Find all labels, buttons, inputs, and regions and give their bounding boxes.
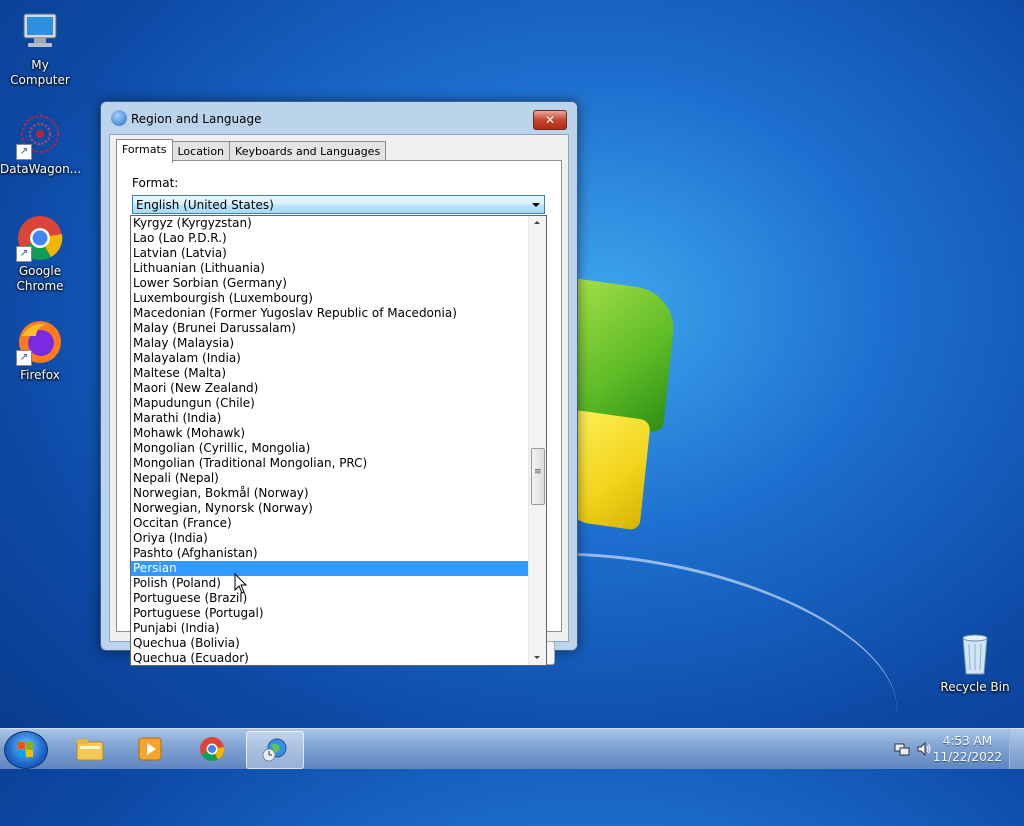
- dialog-title: Region and Language: [131, 112, 262, 126]
- tab-formats[interactable]: Formats: [116, 139, 173, 163]
- dropdown-item[interactable]: Oriya (India): [131, 531, 529, 546]
- dropdown-item[interactable]: Malayalam (India): [131, 351, 529, 366]
- chevron-down-icon[interactable]: [532, 203, 540, 207]
- tab-strip: Formats Location Keyboards and Languages: [116, 139, 387, 163]
- tab-location[interactable]: Location: [171, 141, 231, 162]
- mouse-cursor-icon: [234, 573, 248, 594]
- dropdown-item[interactable]: Mapudungun (Chile): [131, 396, 529, 411]
- volume-icon[interactable]: [916, 741, 932, 757]
- dropdown-item[interactable]: Malay (Brunei Darussalam): [131, 321, 529, 336]
- globe-icon: [111, 110, 127, 126]
- taskbar: 4:53 AM 11/22/2022: [0, 728, 1024, 769]
- shortcut-arrow-icon: ↗: [16, 350, 32, 366]
- desktop-icon-label: DataWagon...: [0, 162, 82, 176]
- dropdown-item[interactable]: Maltese (Malta): [131, 366, 529, 381]
- dropdown-item[interactable]: Mongolian (Cyrillic, Mongolia): [131, 441, 529, 456]
- dropdown-item[interactable]: Luxembourgish (Luxembourg): [131, 291, 529, 306]
- format-dropdown-list[interactable]: Kyrgyz (Kyrgyzstan) Lao (Lao P.D.R.) Latvi…: [130, 215, 547, 666]
- dropdown-item[interactable]: Mohawk (Mohawk): [131, 426, 529, 441]
- media-player-icon: [138, 737, 162, 761]
- system-tray: 4:53 AM 11/22/2022: [884, 729, 1024, 769]
- format-label: Format:: [132, 176, 179, 190]
- tab-keyboards-and-languages[interactable]: Keyboards and Languages: [229, 141, 387, 162]
- desktop-icon-label: My Computer: [10, 58, 70, 87]
- dropdown-item[interactable]: Portuguese (Brazil): [131, 591, 529, 606]
- shortcut-arrow-icon: ↗: [16, 144, 32, 160]
- format-value: English (United States): [136, 198, 274, 212]
- dropdown-item[interactable]: Portuguese (Portugal): [131, 606, 529, 621]
- datawagon-icon: ↗: [16, 112, 64, 160]
- dropdown-item[interactable]: Latvian (Latvia): [131, 246, 529, 261]
- desktop-icon-label: Firefox: [20, 368, 60, 382]
- dialog-titlebar[interactable]: Region and Language ✕: [101, 102, 577, 134]
- scroll-down-arrow-icon[interactable]: [529, 650, 546, 665]
- dropdown-item[interactable]: Pashto (Afghanistan): [131, 546, 529, 561]
- clock-date: 11/22/2022: [932, 750, 1002, 764]
- taskbar-region-language[interactable]: [246, 731, 304, 769]
- chrome-icon: [200, 737, 225, 762]
- taskbar-windows-explorer[interactable]: [62, 731, 118, 767]
- region-language-icon: [262, 738, 287, 762]
- desktop-icon-my-computer[interactable]: My Computer: [0, 8, 80, 88]
- dropdown-item[interactable]: Maori (New Zealand): [131, 381, 529, 396]
- dropdown-item[interactable]: Marathi (India): [131, 411, 529, 426]
- desktop-icon-firefox[interactable]: ↗ Firefox: [0, 318, 80, 383]
- dropdown-item[interactable]: Kyrgyz (Kyrgyzstan): [131, 216, 529, 231]
- scrollbar-thumb[interactable]: [531, 448, 545, 505]
- desktop-icon-recycle-bin[interactable]: Recycle Bin: [935, 630, 1015, 695]
- dropdown-item[interactable]: Malay (Malaysia): [131, 336, 529, 351]
- desktop-icon-google-chrome[interactable]: ↗ Google Chrome: [0, 214, 80, 294]
- dropdown-item[interactable]: Polish (Poland): [131, 576, 529, 591]
- dropdown-item[interactable]: Punjabi (India): [131, 621, 529, 636]
- taskbar-chrome[interactable]: [184, 731, 240, 767]
- computer-icon: [16, 8, 64, 56]
- windows-explorer-icon: [76, 739, 104, 761]
- windows-flag-icon: [18, 742, 33, 757]
- dropdown-item[interactable]: Quechua (Ecuador): [131, 651, 529, 665]
- scroll-up-arrow-icon[interactable]: [529, 216, 546, 231]
- firefox-icon: ↗: [16, 318, 64, 366]
- dropdown-item[interactable]: Lithuanian (Lithuania): [131, 261, 529, 276]
- chrome-icon: ↗: [16, 214, 64, 262]
- desktop-icon-label: Google Chrome: [16, 264, 64, 293]
- dropdown-item[interactable]: Occitan (France): [131, 516, 529, 531]
- desktop-icon-label: Recycle Bin: [940, 680, 1010, 694]
- dropdown-item[interactable]: Mongolian (Traditional Mongolian, PRC): [131, 456, 529, 471]
- start-button[interactable]: [4, 731, 48, 769]
- shortcut-arrow-icon: ↗: [16, 246, 32, 262]
- show-desktop-button[interactable]: [1009, 729, 1024, 769]
- dropdown-item[interactable]: Norwegian, Bokmål (Norway): [131, 486, 529, 501]
- desktop-icon-datawagon[interactable]: ↗ DataWagon...: [0, 112, 82, 177]
- close-button[interactable]: ✕: [533, 110, 567, 130]
- dropdown-item[interactable]: Lower Sorbian (Germany): [131, 276, 529, 291]
- dropdown-item[interactable]: Norwegian, Nynorsk (Norway): [131, 501, 529, 516]
- dropdown-item[interactable]: Lao (Lao P.D.R.): [131, 231, 529, 246]
- recycle-bin-icon: [951, 630, 999, 678]
- clock-time: 4:53 AM: [942, 734, 993, 748]
- dropdown-item[interactable]: Nepali (Nepal): [131, 471, 529, 486]
- taskbar-clock[interactable]: 4:53 AM 11/22/2022: [933, 733, 1002, 765]
- dropdown-item[interactable]: Quechua (Bolivia): [131, 636, 529, 651]
- format-combobox[interactable]: English (United States): [132, 195, 545, 214]
- network-icon[interactable]: [894, 741, 910, 757]
- dropdown-scrollbar[interactable]: [528, 216, 546, 665]
- dropdown-item-selected[interactable]: Persian: [131, 561, 529, 576]
- dropdown-items: Kyrgyz (Kyrgyzstan) Lao (Lao P.D.R.) Latvi…: [131, 216, 529, 665]
- taskbar-media-player[interactable]: [122, 731, 178, 767]
- dropdown-item[interactable]: Macedonian (Former Yugoslav Republic of …: [131, 306, 529, 321]
